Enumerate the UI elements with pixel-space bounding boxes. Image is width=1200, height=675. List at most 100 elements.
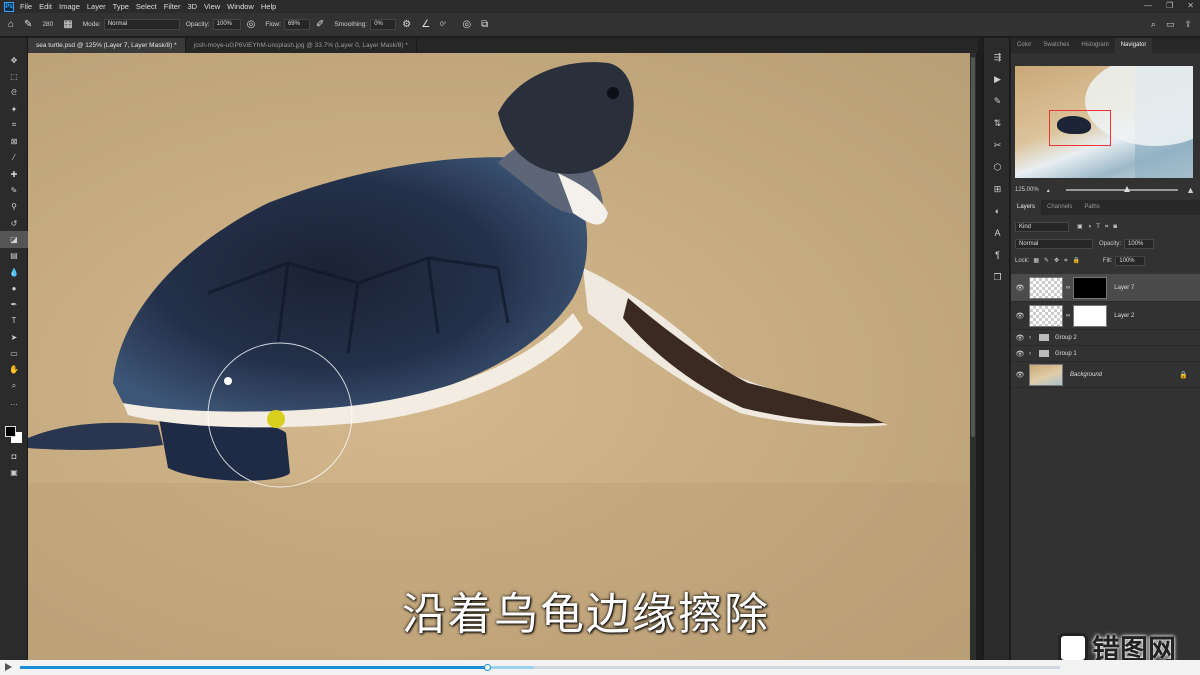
zoom-tool-icon[interactable]: ⌕ bbox=[0, 378, 28, 394]
hand-tool-icon[interactable]: ✋ bbox=[0, 362, 28, 378]
paragraph-icon[interactable]: ¶ bbox=[984, 244, 1011, 266]
navigator-view-box[interactable] bbox=[1049, 110, 1111, 146]
frame-tool-icon[interactable]: ⊠ bbox=[0, 133, 28, 149]
layer-filter-kind[interactable]: Kind bbox=[1015, 222, 1069, 232]
tab-sea-turtle[interactable]: sea turtle.psd @ 125% (Layer 7, Layer Ma… bbox=[28, 38, 186, 53]
scrollbar-thumb[interactable] bbox=[971, 57, 975, 437]
menu-filter[interactable]: Filter bbox=[164, 2, 181, 11]
gear-icon[interactable]: ⚙ bbox=[402, 19, 411, 30]
layer-opacity-field[interactable]: 100% bbox=[1124, 239, 1155, 249]
eraser-tool-icon[interactable]: ◪ bbox=[0, 231, 28, 248]
workspace-icon[interactable]: ▭ bbox=[1166, 19, 1175, 30]
document-canvas[interactable]: 沿着乌龟边缘擦除 bbox=[28, 53, 976, 660]
menu-edit[interactable]: Edit bbox=[39, 2, 52, 11]
visibility-eye-icon[interactable]: 👁 bbox=[1011, 334, 1029, 342]
adjustments-icon[interactable]: ⇅ bbox=[984, 112, 1011, 134]
progress-knob[interactable] bbox=[484, 664, 491, 671]
layer-name[interactable]: Group 2 bbox=[1055, 335, 1077, 341]
group-expand-chevron-icon[interactable]: › bbox=[1029, 335, 1031, 341]
foreground-color-swatch[interactable] bbox=[5, 426, 16, 437]
gradient-tool-icon[interactable]: ▤ bbox=[0, 248, 28, 264]
zoom-out-icon[interactable]: ▴ bbox=[1047, 187, 1050, 194]
actions-panel-icon[interactable]: ▶ bbox=[984, 68, 1011, 90]
stamp-tool-icon[interactable]: ⚲ bbox=[0, 199, 28, 215]
marquee-tool-icon[interactable]: ⬚ bbox=[0, 68, 28, 84]
layer-name[interactable]: Layer 7 bbox=[1114, 285, 1134, 291]
minimize-icon[interactable]: — bbox=[1144, 1, 1152, 10]
tab-layers[interactable]: Layers bbox=[1011, 200, 1042, 215]
tab-swatches[interactable]: Swatches bbox=[1037, 38, 1075, 53]
eraser-preset-icon[interactable]: ✎ bbox=[24, 19, 32, 30]
filter-icons[interactable]: ▣◑T⌗◙ bbox=[1077, 223, 1122, 231]
group-expand-chevron-icon[interactable]: › bbox=[1029, 351, 1031, 357]
flow-field[interactable]: 69% bbox=[283, 19, 310, 30]
brush-settings-icon[interactable]: ✎ bbox=[984, 90, 1011, 112]
layer-mask-thumbnail[interactable] bbox=[1073, 276, 1108, 299]
quick-select-tool-icon[interactable]: ✦ bbox=[0, 101, 28, 117]
menu-image[interactable]: Image bbox=[59, 2, 80, 11]
mode-select[interactable]: Normal bbox=[103, 19, 180, 30]
lasso-tool-icon[interactable]: ᘓ bbox=[0, 85, 28, 101]
layer-row-layer2[interactable]: 👁 ∞ Layer 2 bbox=[1011, 302, 1200, 330]
canvas-scrollbar[interactable] bbox=[970, 53, 976, 660]
airbrush-icon[interactable]: ✐ bbox=[316, 19, 324, 30]
symmetry-icon[interactable]: ⧉ bbox=[481, 19, 488, 30]
share-icon[interactable]: ⇪ bbox=[1184, 19, 1192, 30]
character-icon[interactable]: A bbox=[984, 222, 1011, 244]
blur-tool-icon[interactable]: 💧 bbox=[0, 264, 28, 280]
quick-mask-icon[interactable]: ◘ bbox=[0, 448, 28, 464]
menu-file[interactable]: File bbox=[20, 2, 32, 11]
brush-panel-icon[interactable]: ▦ bbox=[63, 19, 72, 30]
visibility-eye-icon[interactable]: 👁 bbox=[1011, 350, 1029, 358]
home-icon[interactable]: ⌂ bbox=[8, 19, 14, 30]
shape-tool-icon[interactable]: ▭ bbox=[0, 345, 28, 361]
layer-row-group1[interactable]: 👁 › Group 1 bbox=[1011, 346, 1200, 362]
move-tool-icon[interactable]: ✥ bbox=[0, 52, 28, 68]
styles-icon[interactable]: ◐ bbox=[984, 200, 1011, 222]
eyedropper-tool-icon[interactable]: ⁄ bbox=[0, 150, 28, 166]
path-select-tool-icon[interactable]: ➤ bbox=[0, 329, 28, 345]
search-icon[interactable]: ⌕ bbox=[1151, 19, 1156, 30]
visibility-eye-icon[interactable]: 👁 bbox=[1011, 312, 1029, 320]
fill-field[interactable]: 100% bbox=[1115, 256, 1146, 266]
pressure-opacity-icon[interactable]: ◎ bbox=[247, 19, 256, 30]
libraries-icon[interactable]: ⊞ bbox=[984, 178, 1011, 200]
zoom-slider-knob[interactable] bbox=[1124, 186, 1131, 192]
menu-view[interactable]: View bbox=[204, 2, 220, 11]
navigator-preview[interactable] bbox=[1015, 66, 1193, 178]
mask-link-icon[interactable]: ∞ bbox=[1066, 285, 1070, 291]
type-tool-icon[interactable]: T bbox=[0, 313, 28, 329]
more-tools-icon[interactable]: … bbox=[0, 394, 28, 410]
visibility-eye-icon[interactable]: 👁 bbox=[1011, 284, 1029, 292]
restore-icon[interactable]: ❐ bbox=[1166, 1, 1173, 10]
tab-channels[interactable]: Channels bbox=[1041, 200, 1078, 215]
opacity-field[interactable]: 100% bbox=[212, 19, 241, 30]
layer-mask-thumbnail[interactable] bbox=[1073, 304, 1108, 327]
layer-comps-icon[interactable]: ❐ bbox=[984, 266, 1011, 288]
menu-select[interactable]: Select bbox=[136, 2, 157, 11]
mask-link-icon[interactable]: ∞ bbox=[1066, 313, 1070, 319]
play-icon[interactable] bbox=[5, 663, 12, 671]
healing-tool-icon[interactable]: ✚ bbox=[0, 166, 28, 182]
pressure-size-icon[interactable]: ◎ bbox=[462, 19, 471, 30]
history-panel-icon[interactable]: ⇶ bbox=[984, 46, 1011, 68]
brush-size-value[interactable]: 280 bbox=[42, 21, 53, 28]
pen-tool-icon[interactable]: ✒ bbox=[0, 296, 28, 312]
menu-layer[interactable]: Layer bbox=[87, 2, 106, 11]
dodge-tool-icon[interactable]: ● bbox=[0, 280, 28, 296]
history-brush-icon[interactable]: ↺ bbox=[0, 215, 28, 231]
visibility-eye-icon[interactable]: 👁 bbox=[1011, 371, 1029, 379]
angle-icon[interactable]: ∠ bbox=[421, 19, 430, 30]
tab-color[interactable]: Color bbox=[1011, 38, 1037, 53]
tab-beach-photo[interactable]: josh-moye-uGP6ViEYhM-unsplash.jpg @ 33.7… bbox=[186, 38, 417, 53]
angle-value[interactable]: 0° bbox=[440, 21, 446, 28]
menu-help[interactable]: Help bbox=[261, 2, 276, 11]
smoothing-field[interactable]: 0% bbox=[370, 19, 397, 30]
lock-icons[interactable]: ▦✎✥⌗🔒 bbox=[1033, 257, 1085, 265]
crop-tool-icon[interactable]: ⌗ bbox=[0, 117, 28, 133]
layer-name[interactable]: Group 1 bbox=[1055, 351, 1077, 357]
layer-row-layer7[interactable]: 👁 ∞ Layer 7 bbox=[1011, 274, 1200, 302]
lock-icon[interactable]: 🔒 bbox=[1179, 371, 1188, 379]
layer-name[interactable]: Background bbox=[1070, 372, 1102, 378]
tab-paths[interactable]: Paths bbox=[1078, 200, 1105, 215]
